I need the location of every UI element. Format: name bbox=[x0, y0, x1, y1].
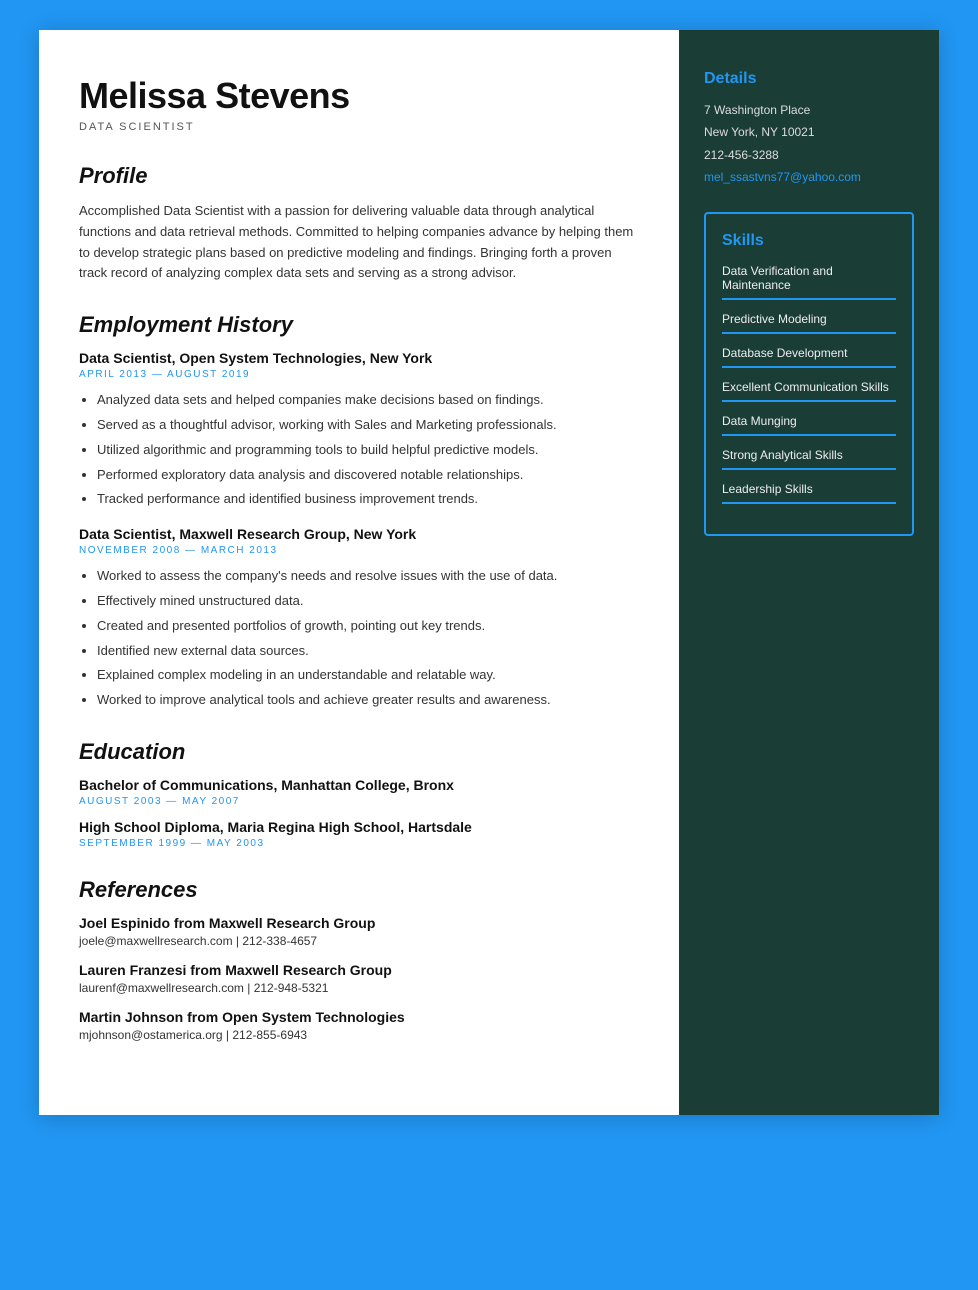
ref-entry-3: Martin Johnson from Open System Technolo… bbox=[79, 1009, 639, 1042]
skill-bar-7 bbox=[722, 502, 896, 504]
skill-item-4: Excellent Communication Skills bbox=[722, 380, 896, 402]
edu-dates-2: SEPTEMBER 1999 — MAY 2003 bbox=[79, 838, 639, 849]
bullet-item: Analyzed data sets and helped companies … bbox=[97, 390, 639, 411]
skill-bar-2 bbox=[722, 332, 896, 334]
bullet-item: Utilized algorithmic and programming too… bbox=[97, 440, 639, 461]
ref-entry-2: Lauren Franzesi from Maxwell Research Gr… bbox=[79, 962, 639, 995]
email[interactable]: mel_ssastvns77@yahoo.com bbox=[704, 167, 914, 187]
right-column: Details 7 Washington Place New York, NY … bbox=[679, 30, 939, 1115]
candidate-title: DATA SCIENTIST bbox=[79, 121, 639, 133]
skill-bar-5 bbox=[722, 434, 896, 436]
ref-contact-3: mjohnson@ostamerica.org | 212-855-6943 bbox=[79, 1028, 639, 1042]
skill-item-7: Leadership Skills bbox=[722, 482, 896, 504]
bullet-item: Effectively mined unstructured data. bbox=[97, 591, 639, 612]
ref-entry-1: Joel Espinido from Maxwell Research Grou… bbox=[79, 915, 639, 948]
skill-bar-6 bbox=[722, 468, 896, 470]
profile-section: Profile Accomplished Data Scientist with… bbox=[79, 163, 639, 284]
skill-name-1: Data Verification and Maintenance bbox=[722, 264, 896, 292]
bullet-item: Explained complex modeling in an underst… bbox=[97, 665, 639, 686]
employment-section: Employment History Data Scientist, Open … bbox=[79, 312, 639, 711]
job-bullets-1: Analyzed data sets and helped companies … bbox=[79, 390, 639, 510]
skill-item-1: Data Verification and Maintenance bbox=[722, 264, 896, 300]
profile-heading: Profile bbox=[79, 163, 639, 189]
skill-name-7: Leadership Skills bbox=[722, 482, 896, 496]
edu-degree-1: Bachelor of Communications, Manhattan Co… bbox=[79, 777, 639, 793]
job-entry-2: Data Scientist, Maxwell Research Group, … bbox=[79, 526, 639, 711]
skill-bar-4 bbox=[722, 400, 896, 402]
skills-heading: Skills bbox=[722, 232, 896, 250]
skill-name-2: Predictive Modeling bbox=[722, 312, 896, 326]
profile-text: Accomplished Data Scientist with a passi… bbox=[79, 201, 639, 284]
bullet-item: Identified new external data sources. bbox=[97, 641, 639, 662]
job-entry-1: Data Scientist, Open System Technologies… bbox=[79, 350, 639, 510]
edu-entry-2: High School Diploma, Maria Regina High S… bbox=[79, 819, 639, 849]
ref-name-2: Lauren Franzesi from Maxwell Research Gr… bbox=[79, 962, 639, 978]
phone: 212-456-3288 bbox=[704, 145, 914, 165]
edu-entry-1: Bachelor of Communications, Manhattan Co… bbox=[79, 777, 639, 807]
bullet-item: Served as a thoughtful advisor, working … bbox=[97, 415, 639, 436]
resume-container: Melissa Stevens DATA SCIENTIST Profile A… bbox=[39, 30, 939, 1115]
details-heading: Details bbox=[704, 70, 914, 88]
bullet-item: Created and presented portfolios of grow… bbox=[97, 616, 639, 637]
ref-contact-2: laurenf@maxwellresearch.com | 212-948-53… bbox=[79, 981, 639, 995]
bullet-item: Worked to assess the company's needs and… bbox=[97, 566, 639, 587]
education-section: Education Bachelor of Communications, Ma… bbox=[79, 739, 639, 849]
skills-box: Skills Data Verification and Maintenance… bbox=[704, 212, 914, 536]
address-line1: 7 Washington Place bbox=[704, 100, 914, 120]
job-bullets-2: Worked to assess the company's needs and… bbox=[79, 566, 639, 711]
skill-name-4: Excellent Communication Skills bbox=[722, 380, 896, 394]
education-heading: Education bbox=[79, 739, 639, 765]
details-block: Details 7 Washington Place New York, NY … bbox=[704, 70, 914, 188]
job-title-2: Data Scientist, Maxwell Research Group, … bbox=[79, 526, 639, 542]
skill-item-6: Strong Analytical Skills bbox=[722, 448, 896, 470]
address-line2: New York, NY 10021 bbox=[704, 122, 914, 142]
skill-item-3: Database Development bbox=[722, 346, 896, 368]
skill-name-6: Strong Analytical Skills bbox=[722, 448, 896, 462]
bullet-item: Performed exploratory data analysis and … bbox=[97, 465, 639, 486]
skill-item-5: Data Munging bbox=[722, 414, 896, 436]
skill-name-3: Database Development bbox=[722, 346, 896, 360]
ref-name-3: Martin Johnson from Open System Technolo… bbox=[79, 1009, 639, 1025]
ref-name-1: Joel Espinido from Maxwell Research Grou… bbox=[79, 915, 639, 931]
left-column: Melissa Stevens DATA SCIENTIST Profile A… bbox=[39, 30, 679, 1115]
candidate-name: Melissa Stevens bbox=[79, 75, 639, 117]
edu-degree-2: High School Diploma, Maria Regina High S… bbox=[79, 819, 639, 835]
skill-item-2: Predictive Modeling bbox=[722, 312, 896, 334]
edu-dates-1: AUGUST 2003 — MAY 2007 bbox=[79, 796, 639, 807]
job-title-1: Data Scientist, Open System Technologies… bbox=[79, 350, 639, 366]
job-dates-1: APRIL 2013 — AUGUST 2019 bbox=[79, 369, 639, 380]
skill-name-5: Data Munging bbox=[722, 414, 896, 428]
skill-bar-3 bbox=[722, 366, 896, 368]
references-heading: References bbox=[79, 877, 639, 903]
skill-bar-1 bbox=[722, 298, 896, 300]
header-section: Melissa Stevens DATA SCIENTIST bbox=[79, 75, 639, 133]
job-dates-2: NOVEMBER 2008 — MARCH 2013 bbox=[79, 545, 639, 556]
employment-heading: Employment History bbox=[79, 312, 639, 338]
bullet-item: Worked to improve analytical tools and a… bbox=[97, 690, 639, 711]
bullet-item: Tracked performance and identified busin… bbox=[97, 489, 639, 510]
ref-contact-1: joele@maxwellresearch.com | 212-338-4657 bbox=[79, 934, 639, 948]
email-link[interactable]: mel_ssastvns77@yahoo.com bbox=[704, 170, 861, 184]
references-section: References Joel Espinido from Maxwell Re… bbox=[79, 877, 639, 1042]
